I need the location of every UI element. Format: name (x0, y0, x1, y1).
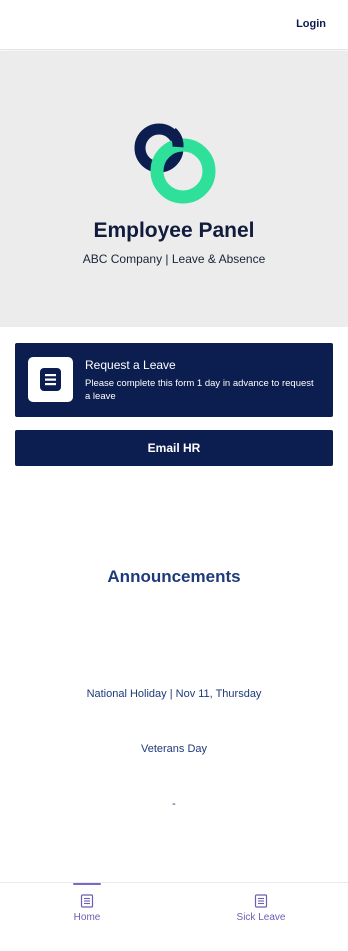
email-hr-button[interactable]: Email HR (15, 430, 333, 466)
nav-item-sick-leave[interactable]: Sick Leave (174, 883, 348, 951)
hero-banner: Employee Panel ABC Company | Leave & Abs… (0, 51, 348, 327)
form-icon (80, 894, 94, 908)
page-title: Employee Panel (93, 219, 255, 242)
nav-item-home[interactable]: Home (0, 883, 174, 951)
login-link[interactable]: Login (296, 18, 326, 30)
interlocking-rings-logo (134, 123, 216, 204)
announcement-item: National Holiday | Nov 11, Thursday (86, 688, 262, 700)
document-icon (40, 368, 61, 391)
bottom-navigation: Home Sick Leave (0, 882, 348, 951)
announcements-heading: Announcements (107, 567, 241, 586)
form-icon (254, 894, 268, 908)
active-tab-indicator (73, 883, 101, 885)
announcement-item: Veterans Day (140, 743, 208, 755)
page-subtitle: ABC Company | Leave & Absence (82, 252, 266, 266)
request-leave-title: Request a Leave (85, 358, 176, 372)
nav-label-sick-leave: Sick Leave (236, 912, 286, 923)
nav-label-home: Home (73, 912, 101, 923)
request-leave-card[interactable]: Request a Leave Please complete this for… (15, 343, 333, 417)
top-bar: Login (0, 0, 348, 50)
request-icon-box (28, 357, 73, 402)
request-leave-description: Please complete this form 1 day in advan… (85, 378, 314, 402)
announcement-item: - (172, 798, 176, 810)
